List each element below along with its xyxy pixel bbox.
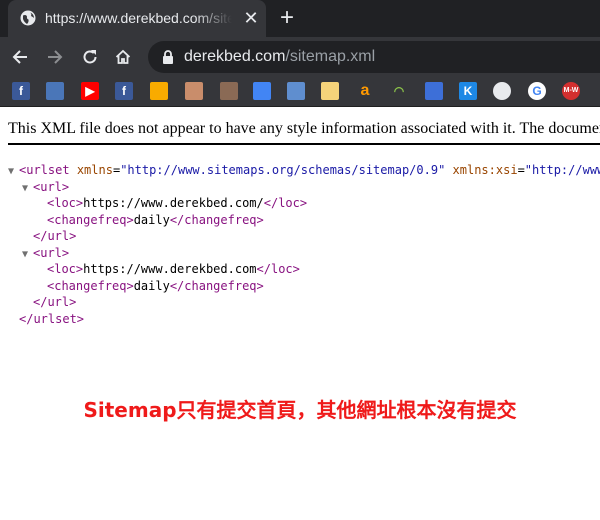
loc-value: https://www.derekbed.com: [83, 262, 257, 276]
forward-button[interactable]: [42, 44, 68, 70]
chart-icon[interactable]: [321, 82, 339, 100]
avatar-icon[interactable]: [220, 82, 238, 100]
reload-button[interactable]: [77, 44, 103, 70]
tag-name: urlset: [26, 163, 70, 177]
annotation-caption: Sitemap只有提交首頁，其他網址根本沒有提交: [83, 398, 517, 422]
home-button[interactable]: [110, 44, 136, 70]
mw-icon[interactable]: M-W: [562, 82, 580, 100]
facebook-icon[interactable]: f: [115, 82, 133, 100]
grid-icon[interactable]: [425, 82, 443, 100]
browser-toolbar: derekbed.com/sitemap.xml: [0, 37, 600, 77]
xml-tree: ▼ <urlset xmlns="http://www.sitemaps.org/…: [8, 162, 600, 327]
arrow-left-icon: [12, 50, 27, 64]
url-close-line: </url>: [33, 229, 77, 243]
reload-icon: [83, 50, 97, 64]
url-open-line: ▼ <url>: [8, 179, 600, 196]
changefreq-line: <changefreq>daily</changefreq>: [47, 212, 264, 227]
url-path: /sitemap.xml: [285, 48, 376, 65]
loc-line: <loc>https://www.derekbed.com</loc>: [47, 262, 300, 276]
url-host: derekbed.com: [184, 48, 286, 65]
new-tab-button[interactable]: +: [276, 6, 298, 30]
url-text[interactable]: derekbed.com/sitemap.xml: [184, 48, 375, 66]
signal-icon[interactable]: ◠: [390, 82, 408, 100]
loc-line: <loc>https://www.derekbed.com/</loc>: [47, 196, 308, 210]
globe-icon[interactable]: [493, 82, 511, 100]
active-tab[interactable]: https://www.derekbed.com/sitemap.xml ✕: [8, 0, 266, 37]
lock-icon[interactable]: [162, 50, 174, 64]
attr-value: "http://www.w3.org/2001/XMLSchema-instan…: [524, 163, 600, 177]
home-icon: [115, 49, 131, 64]
attr-name: xmlns:xsi: [452, 163, 518, 177]
diamond-icon[interactable]: [253, 82, 271, 100]
collapse-triangle-icon[interactable]: ▼: [8, 164, 19, 181]
urlset-open-line: ▼ <urlset xmlns="http://www.sitemaps.org/…: [8, 162, 600, 179]
changefreq-value: daily: [133, 212, 170, 227]
changefreq-line: <changefreq>daily</changefreq>: [47, 278, 264, 293]
back-button[interactable]: [7, 44, 33, 70]
amazon-icon[interactable]: a: [356, 82, 374, 100]
arrow-right-icon: [48, 50, 63, 64]
url-close-line: </url>: [33, 295, 77, 309]
mascot-icon[interactable]: [46, 82, 64, 100]
changefreq-value: daily: [133, 278, 170, 293]
avatar-icon[interactable]: [185, 82, 203, 100]
globe-icon: [20, 10, 36, 26]
urlset-close-line: </urlset>: [19, 311, 85, 326]
tab-strip: https://www.derekbed.com/sitemap.xml ✕ +: [0, 0, 600, 37]
collapse-triangle-icon[interactable]: ▼: [22, 181, 33, 198]
url-open-line: ▼ <url>: [8, 245, 600, 262]
k-icon[interactable]: K: [459, 82, 477, 100]
tab-title: https://www.derekbed.com/sitemap.xml: [45, 10, 232, 26]
address-bar[interactable]: derekbed.com/sitemap.xml: [148, 41, 600, 73]
divider: [8, 143, 600, 145]
google-icon[interactable]: G: [528, 82, 546, 100]
xml-viewer: This XML file does not appear to have an…: [0, 107, 600, 520]
bookmarks-bar: f ▶ f a ◠ K G M-W: [0, 77, 600, 107]
facebook-icon[interactable]: f: [12, 82, 30, 100]
attr-value: "http://www.sitemaps.org/schemas/sitemap…: [120, 163, 446, 177]
attr-name: xmlns: [76, 163, 113, 177]
store-icon[interactable]: [287, 82, 305, 100]
close-tab-icon[interactable]: ✕: [242, 9, 260, 27]
no-style-info-message: This XML file does not appear to have an…: [8, 120, 600, 137]
youtube-icon[interactable]: ▶: [81, 82, 99, 100]
loc-value: https://www.derekbed.com/: [83, 196, 264, 210]
analytics-icon[interactable]: [150, 82, 168, 100]
collapse-triangle-icon[interactable]: ▼: [22, 247, 33, 264]
